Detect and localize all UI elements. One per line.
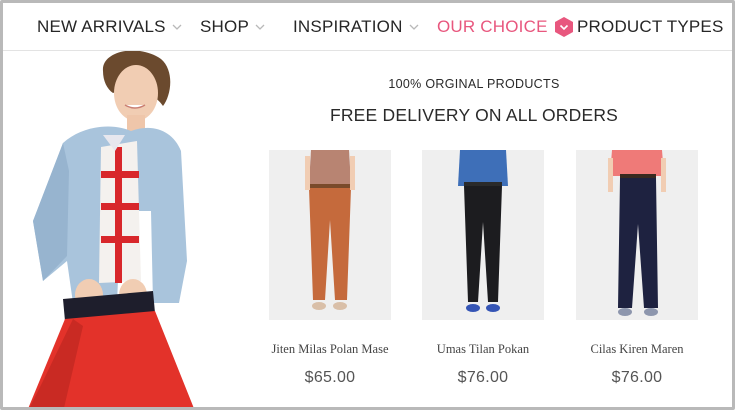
nav-item-new-arrivals[interactable]: NEW ARRIVALS <box>37 3 182 51</box>
nav-label: OUR CHOICE <box>437 17 548 36</box>
page-frame: NEW ARRIVALS SHOP INSPIRATION OUR CHOICE <box>0 0 735 410</box>
nav-label: NEW ARRIVALS <box>37 17 166 36</box>
nav-item-shop[interactable]: SHOP <box>200 3 265 51</box>
nav-item-product-types[interactable]: PRODUCT TYPES <box>577 3 724 51</box>
hero-model-image <box>3 51 223 407</box>
product-image[interactable] <box>422 150 544 320</box>
main-navigation: NEW ARRIVALS SHOP INSPIRATION OUR CHOICE <box>3 3 732 51</box>
chevron-down-icon <box>409 22 419 32</box>
nav-label: SHOP <box>200 17 249 36</box>
tagline: 100% ORGINAL PRODUCTS <box>388 77 560 91</box>
chevron-down-icon <box>172 22 182 32</box>
product-card[interactable]: Jiten Milas Polan Mase $65.00 <box>269 150 391 386</box>
chevron-down-icon <box>255 22 265 32</box>
product-card[interactable]: Umas Tilan Pokan $76.00 <box>422 150 544 386</box>
product-image[interactable] <box>269 150 391 320</box>
nav-item-inspiration[interactable]: INSPIRATION <box>293 3 419 51</box>
product-image[interactable] <box>576 150 698 320</box>
nav-item-our-choice[interactable]: OUR CHOICE <box>437 3 574 51</box>
product-card[interactable]: Cilas Kiren Maren $76.00 <box>576 150 698 386</box>
nav-label: INSPIRATION <box>293 17 403 36</box>
product-price: $76.00 <box>611 369 663 386</box>
nav-label: PRODUCT TYPES <box>577 17 724 36</box>
chevron-down-icon <box>554 16 574 38</box>
product-name[interactable]: Cilas Kiren Maren <box>546 342 728 357</box>
headline: FREE DELIVERY ON ALL ORDERS <box>329 105 619 125</box>
